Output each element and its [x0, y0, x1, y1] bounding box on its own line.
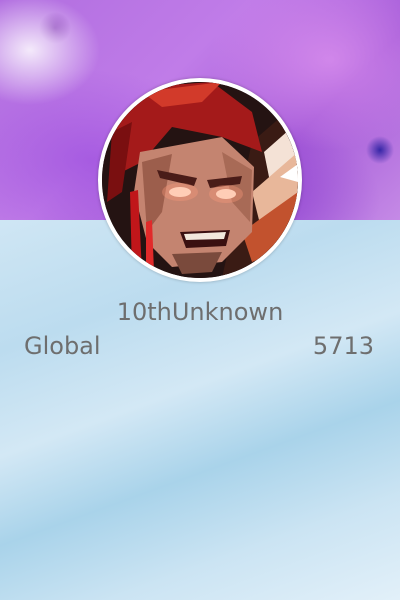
stat-label-global: Global — [24, 332, 101, 360]
stat-value-global: 5713 — [312, 332, 374, 360]
username: 10thUnknown — [116, 298, 284, 326]
avatar[interactable] — [98, 78, 302, 282]
profile-card: 10thUnknown Global 5713 — [0, 0, 400, 600]
character-portrait-icon — [102, 82, 298, 278]
